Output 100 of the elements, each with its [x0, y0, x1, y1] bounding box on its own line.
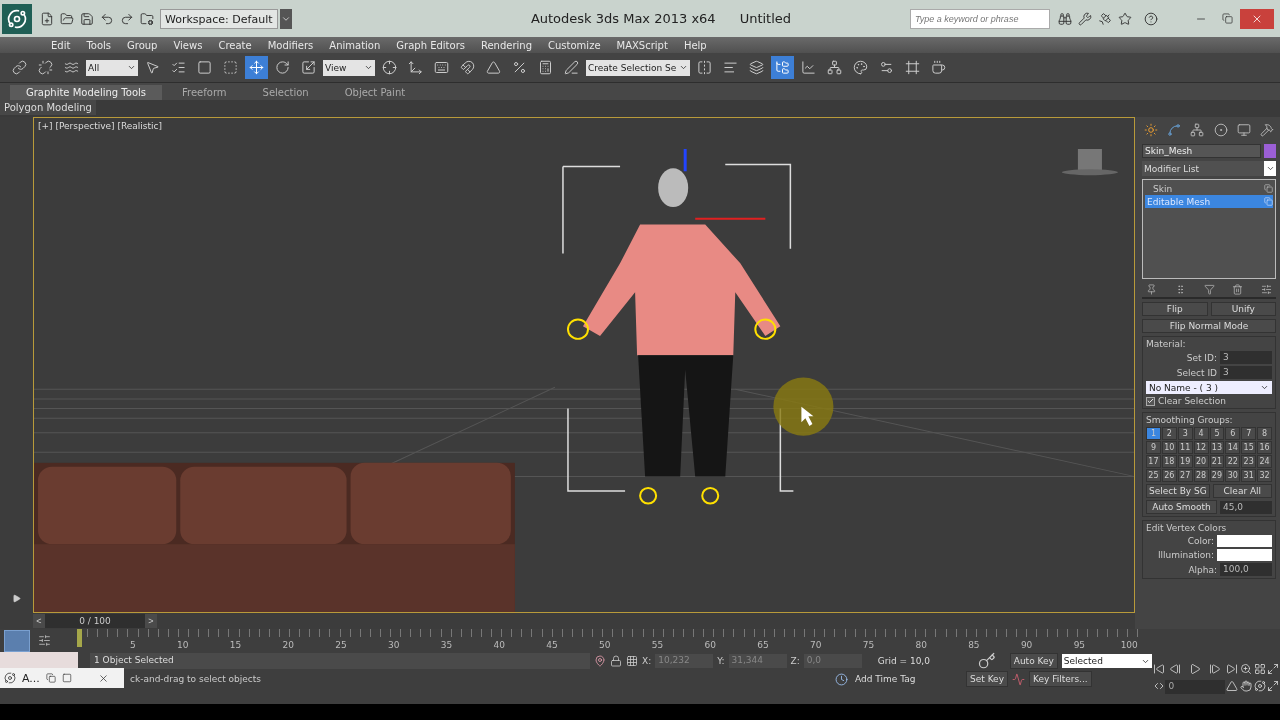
smoothing-group-button[interactable]: 29	[1209, 469, 1225, 482]
lock-icon[interactable]	[610, 655, 622, 667]
ribbon-tab[interactable]: Selection	[246, 85, 325, 100]
satellite-icon[interactable]	[1098, 11, 1112, 26]
expand-arrow-icon[interactable]	[12, 594, 21, 603]
open-folder-icon[interactable]	[60, 11, 74, 26]
menu-item[interactable]: Views	[165, 39, 211, 51]
auto-key-button[interactable]: Auto Key	[1009, 653, 1058, 669]
select-id-spinner[interactable]: 3	[1220, 366, 1272, 379]
smoothing-group-button[interactable]: 7	[1241, 427, 1257, 440]
modifier-list-dropdown[interactable]: Modifier List	[1142, 161, 1276, 176]
select-id-button[interactable]: Select ID	[1146, 367, 1217, 378]
play-icon[interactable]	[1189, 663, 1202, 675]
smoothing-group-button[interactable]: 21	[1209, 455, 1225, 468]
smoothing-group-button[interactable]: 11	[1177, 441, 1193, 454]
smoothing-group-button[interactable]: 19	[1177, 455, 1193, 468]
menu-item[interactable]: Modifiers	[259, 39, 322, 51]
toolbar-dropdown[interactable]: View	[323, 59, 375, 76]
smoothing-group-button[interactable]: 10	[1161, 441, 1177, 454]
close-icon[interactable]	[97, 672, 109, 684]
menu-item[interactable]: Graph Editors	[388, 39, 473, 51]
chevron-icon[interactable]	[679, 63, 688, 72]
smoothing-group-button[interactable]: 20	[1193, 455, 1209, 468]
star-icon[interactable]	[1118, 11, 1132, 26]
smoothing-group-button[interactable]: 27	[1177, 469, 1193, 482]
motion-icon[interactable]	[1213, 123, 1228, 137]
modifier-stack-item[interactable]: Skin	[1145, 182, 1273, 195]
set-id-spinner[interactable]: 3	[1220, 351, 1272, 364]
menu-item[interactable]: Create	[210, 39, 260, 51]
workspace-dropdown[interactable]: Workspace: Default	[160, 8, 278, 29]
wrench-icon[interactable]	[1078, 11, 1092, 26]
app-logo[interactable]	[2, 3, 32, 34]
clear-all-button[interactable]: Clear All	[1212, 484, 1272, 498]
object-color-swatch[interactable]	[1264, 144, 1276, 158]
smoothing-group-button[interactable]: 4	[1193, 427, 1209, 440]
menu-item[interactable]: Tools	[78, 39, 119, 51]
auto-smooth-button[interactable]: Auto Smooth	[1146, 500, 1217, 514]
binoculars-icon[interactable]	[1058, 11, 1072, 26]
chevron-icon[interactable]	[364, 63, 373, 72]
current-frame-field[interactable]: 0	[1165, 680, 1226, 694]
go-to-start-icon[interactable]	[1152, 663, 1165, 675]
smoothing-group-button[interactable]: 6	[1225, 427, 1241, 440]
menu-item[interactable]: Rendering	[472, 39, 541, 51]
project-folder-icon[interactable]	[140, 11, 154, 26]
smoothing-group-button[interactable]: 24	[1257, 455, 1272, 468]
app-icon[interactable]	[4, 672, 16, 684]
smoothing-group-button[interactable]: 3	[1177, 427, 1193, 440]
menu-item[interactable]: Customize	[540, 39, 609, 51]
smoothing-group-button[interactable]: 32	[1257, 469, 1272, 482]
modifier-stack-item[interactable]: Editable Mesh	[1145, 195, 1273, 208]
ribbon-tab[interactable]: Graphite Modeling Tools	[10, 85, 162, 100]
previous-frame-icon[interactable]	[1169, 663, 1182, 675]
restore-icon[interactable]	[1221, 13, 1233, 24]
smoothing-group-button[interactable]: 12	[1193, 441, 1209, 454]
chevron-icon[interactable]	[127, 63, 136, 72]
smoothing-group-button[interactable]: 22	[1225, 455, 1241, 468]
next-frame-button[interactable]: >	[145, 614, 157, 628]
chevron-icon[interactable]	[1260, 383, 1269, 392]
close-button[interactable]	[1240, 8, 1274, 29]
configure-icon[interactable]	[1261, 284, 1272, 295]
perspective-viewport[interactable]: [+] [Perspective] [Realistic]	[33, 117, 1135, 613]
viewport-label[interactable]: [+] [Perspective] [Realistic]	[38, 121, 163, 131]
monitor-icon[interactable]	[1236, 123, 1251, 137]
key-filters-button[interactable]: Key Filters...	[1028, 671, 1092, 687]
maximize-icon[interactable]	[61, 673, 72, 683]
pin-icon[interactable]	[594, 655, 606, 667]
add-time-tag-button[interactable]: Add Time Tag	[852, 671, 952, 687]
undo-icon[interactable]	[100, 11, 114, 26]
smoothing-group-button[interactable]: 2	[1161, 427, 1177, 440]
ribbon-tab[interactable]: Freeform	[166, 85, 243, 100]
key-mode-dropdown[interactable]: Selected	[1061, 654, 1152, 668]
time-tag-icon[interactable]	[835, 672, 848, 686]
previous-frame-button[interactable]: <	[33, 614, 45, 628]
smoothing-group-button[interactable]: 31	[1241, 469, 1257, 482]
toolbar-dropdown[interactable]: Create Selection Se	[586, 59, 690, 76]
trash-icon[interactable]	[1232, 284, 1244, 295]
window-preview-thumbnail[interactable]	[0, 652, 78, 668]
select-by-sg-button[interactable]: Select By SG	[1146, 484, 1210, 498]
next-frame-icon[interactable]	[1209, 663, 1222, 675]
orbit-icon[interactable]	[1253, 680, 1266, 692]
color-swatch[interactable]	[1217, 535, 1272, 547]
smoothing-group-button[interactable]: 5	[1209, 427, 1225, 440]
mini-listener-box[interactable]	[4, 629, 30, 652]
grid-icon[interactable]	[626, 655, 638, 667]
toolbar-dropdown[interactable]: All	[86, 59, 138, 76]
set-key-button[interactable]: Set Key	[966, 671, 1008, 687]
smoothing-group-button[interactable]: 18	[1161, 455, 1177, 468]
smoothing-group-button[interactable]: 14	[1225, 441, 1241, 454]
hammer-icon[interactable]	[1259, 123, 1274, 137]
zoom-icon[interactable]	[1239, 663, 1252, 675]
chevron-icon[interactable]	[1265, 164, 1275, 173]
smoothing-group-button[interactable]: 13	[1209, 441, 1225, 454]
pin-icon[interactable]	[1146, 284, 1157, 295]
funnel-icon[interactable]	[1203, 284, 1215, 295]
auto-smooth-spinner[interactable]: 45,0	[1220, 500, 1272, 514]
smoothing-group-button[interactable]: 9	[1146, 441, 1161, 454]
help-icon[interactable]	[1144, 11, 1158, 26]
curve-icon[interactable]	[1167, 123, 1182, 137]
smoothing-group-button[interactable]: 17	[1146, 455, 1161, 468]
material-name-dropdown[interactable]: No Name - ( 3 )	[1146, 381, 1272, 394]
